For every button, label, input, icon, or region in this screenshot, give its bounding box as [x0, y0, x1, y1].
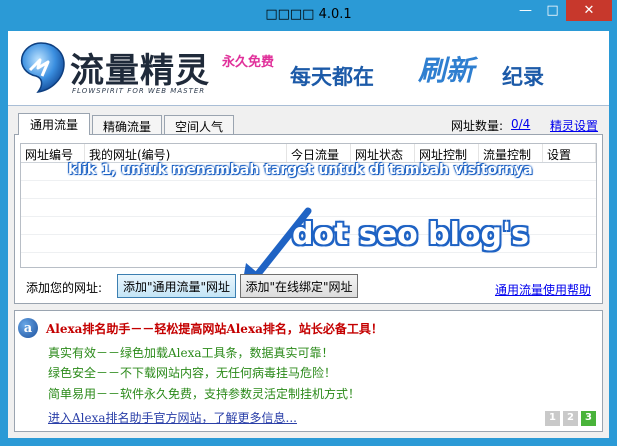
maximize-button[interactable]: □: [539, 0, 566, 21]
promo-link[interactable]: 进入Alexa排名助手官方网站，了解更多信息...: [48, 409, 297, 426]
page-1-button[interactable]: 1: [545, 411, 560, 426]
tab-space-popularity[interactable]: 空间人气: [164, 115, 234, 135]
column-header[interactable]: 网址编号: [21, 144, 85, 162]
page-2-button[interactable]: 2: [563, 411, 578, 426]
tab-general-traffic[interactable]: 通用流量: [18, 113, 90, 135]
annotation-instruction: klik 1, untuk menambah target untuk di t…: [68, 162, 533, 178]
settings-link[interactable]: 精灵设置: [550, 117, 598, 134]
slogan: 每天都在 刷新 纪录: [290, 49, 608, 89]
promo-title: Alexa排名助手－－轻松提高网站Alexa排名，站长必备工具！: [46, 322, 383, 336]
promo-line: 简单易用－－软件永久免费，支持参数灵活定制挂机方式！: [48, 387, 361, 401]
logo-text: 流量精灵: [70, 51, 210, 91]
page-3-button[interactable]: 3: [581, 411, 596, 426]
row-divider: [21, 180, 596, 181]
column-header[interactable]: 我的网址(编号): [85, 144, 287, 162]
banner: 流量精灵 FLOWSPIRIT FOR WEB MASTER 永久免费 每天都在…: [8, 31, 609, 106]
promo-line: 真实有效－－绿色加载Alexa工具条，数据真实可靠！: [48, 346, 334, 360]
slogan-part-3: 纪录: [502, 65, 544, 89]
column-header[interactable]: 今日流量: [287, 144, 351, 162]
promo-line: 绿色安全－－不下载网站内容，无任何病毒挂马危险！: [48, 366, 337, 380]
url-count-value[interactable]: 0/4: [511, 117, 530, 131]
spirit-logo-icon: [20, 42, 65, 93]
tab-precise-traffic[interactable]: 精确流量: [92, 115, 162, 135]
url-count-label: 网址数量:: [451, 119, 504, 133]
add-general-url-button[interactable]: 添加"通用流量"网址: [117, 274, 236, 298]
close-button[interactable]: ✕: [566, 0, 612, 21]
slogan-part-1: 每天都在: [290, 65, 374, 89]
free-badge: 永久免费: [222, 55, 275, 70]
app-window: □□□□ 4.0.1 — □ ✕ 流量精灵 FLOWSPIRIT FOR WEB…: [0, 0, 617, 446]
column-header[interactable]: 网址状态: [351, 144, 415, 162]
help-link[interactable]: 通用流量使用帮助: [495, 281, 591, 298]
alexa-icon: a: [18, 318, 38, 338]
add-online-url-button[interactable]: 添加"在线绑定"网址: [240, 274, 358, 298]
row-divider: [21, 198, 596, 199]
column-header[interactable]: 网址控制: [415, 144, 479, 162]
minimize-button[interactable]: —: [512, 0, 539, 21]
client-area: 流量精灵 FLOWSPIRIT FOR WEB MASTER 永久免费 每天都在…: [8, 31, 609, 438]
annotation-watermark: dot seo blog's: [292, 217, 530, 252]
title-bar[interactable]: □□□□ 4.0.1 — □ ✕: [0, 0, 617, 31]
logo-subtitle: FLOWSPIRIT FOR WEB MASTER: [72, 87, 206, 95]
column-header[interactable]: 流量控制: [479, 144, 543, 162]
slogan-part-2: 刷新: [418, 54, 475, 87]
add-url-label: 添加您的网址:: [26, 281, 103, 295]
column-header[interactable]: 设置: [543, 144, 596, 162]
